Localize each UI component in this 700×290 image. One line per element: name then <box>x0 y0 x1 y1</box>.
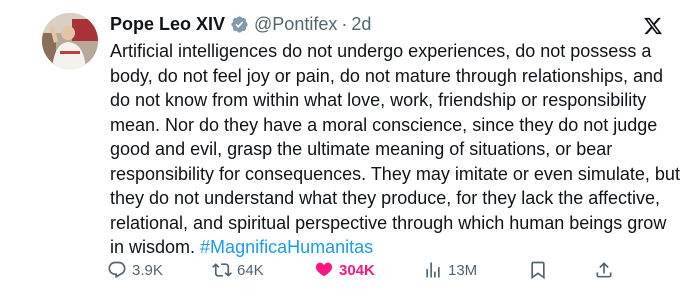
repost-button[interactable]: 64K <box>212 258 264 282</box>
like-count: 304K <box>339 261 375 279</box>
repost-count: 64K <box>237 261 264 279</box>
avatar-image <box>42 13 98 69</box>
tweet-body: Artificial intelligences do not undergo … <box>110 41 680 257</box>
reply-count: 3.9K <box>132 261 163 279</box>
share-button[interactable] <box>594 258 619 282</box>
reply-button[interactable]: 3.9K <box>107 258 163 282</box>
x-logo-icon[interactable] <box>643 16 663 36</box>
bookmark-button[interactable] <box>528 258 553 282</box>
author-name[interactable]: Pope Leo XIV <box>110 12 225 36</box>
repost-icon <box>212 263 232 277</box>
timestamp[interactable]: 2d <box>351 12 371 36</box>
hashtag-link[interactable]: #MagnificaHumanitas <box>200 237 373 257</box>
avatar[interactable] <box>42 13 98 69</box>
tweet-header: Pope Leo XIV @Pontifex · 2d <box>110 12 371 36</box>
bookmark-icon <box>531 261 545 280</box>
views-icon <box>426 262 440 278</box>
verified-badge-icon <box>230 15 249 34</box>
action-bar: 3.9K 64K 304K 13M <box>107 258 617 282</box>
heart-icon <box>315 262 333 277</box>
like-button[interactable]: 304K <box>314 258 375 282</box>
views-count: 13M <box>448 261 478 279</box>
share-icon <box>596 262 612 278</box>
views-button[interactable]: 13M <box>423 258 477 282</box>
reply-icon <box>108 261 126 279</box>
tweet-card[interactable]: Pope Leo XIV @Pontifex · 2d Artificial i… <box>0 0 700 290</box>
tweet-text: Artificial intelligences do not undergo … <box>110 39 680 260</box>
header-separator: · <box>341 14 348 34</box>
author-handle[interactable]: @Pontifex <box>254 12 337 36</box>
